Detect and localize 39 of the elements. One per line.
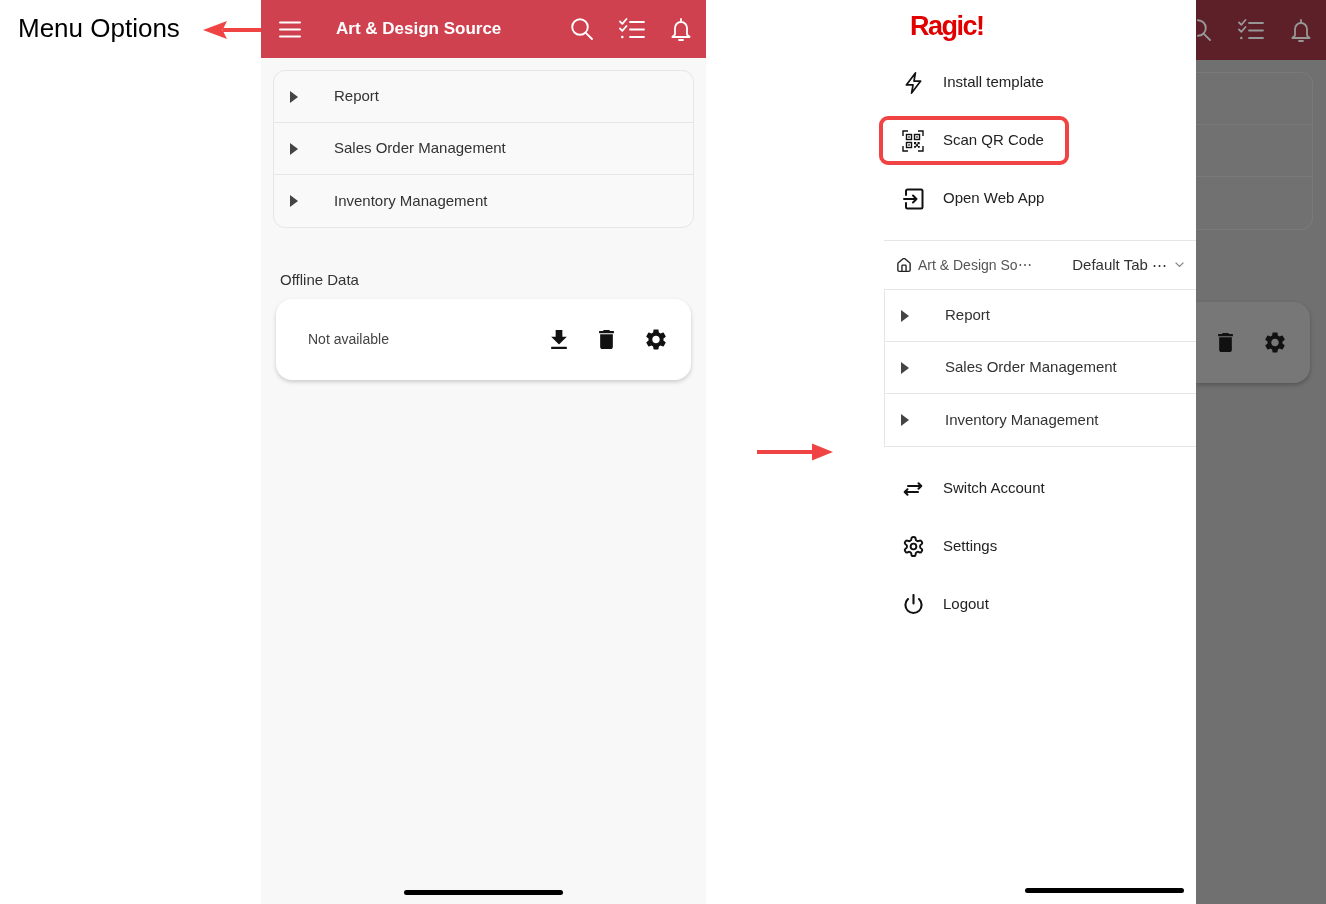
logo: Ragic! [910, 11, 984, 41]
chevron-down-icon [1175, 262, 1184, 268]
tab-dropdown[interactable]: Default Tab ⋯ [1072, 253, 1184, 277]
download-icon[interactable] [551, 330, 567, 349]
swap-arrows-icon [903, 481, 923, 496]
arrow-icon [757, 442, 833, 462]
menu-item[interactable]: Open Web App [879, 174, 1070, 223]
search-icon[interactable] [571, 18, 593, 40]
app-title: Art & Design Source [336, 18, 502, 41]
trash-icon[interactable] [599, 330, 614, 349]
menu-item[interactable]: Scan QR Code [879, 116, 1069, 165]
arrow-icon [203, 20, 261, 40]
tree-item[interactable]: Report [274, 71, 693, 123]
bell-icon [1291, 18, 1311, 42]
power-icon [903, 594, 923, 615]
tree-item[interactable]: Sales Order Management [274, 123, 693, 175]
tree-item[interactable]: Inventory Management [274, 175, 693, 227]
menu-icon[interactable] [279, 20, 301, 38]
enter-box-icon [902, 187, 924, 210]
section-title: Offline Data [280, 270, 359, 290]
home-icon [897, 258, 911, 272]
menu-item[interactable]: Switch Account [879, 464, 1070, 513]
menu-item[interactable]: Settings [879, 522, 1023, 571]
account-selector[interactable]: Art & Design So⋯ [897, 254, 1032, 276]
bell-icon[interactable] [671, 17, 691, 41]
lightning-icon [904, 71, 922, 94]
settings-icon[interactable] [646, 329, 666, 350]
tree-item[interactable]: Inventory Management [885, 394, 1196, 446]
checklist-icon [1238, 19, 1264, 41]
trash-icon [1218, 333, 1233, 352]
annotation-label: Menu Options [18, 12, 180, 44]
status-text: Not available [308, 330, 389, 349]
settings-icon [902, 536, 924, 557]
settings-icon [1265, 332, 1285, 353]
menu-item[interactable]: Logout [879, 580, 1014, 629]
search-icon [1196, 19, 1211, 41]
checklist-icon[interactable] [619, 18, 645, 40]
qr-code-icon [902, 129, 924, 152]
menu-item[interactable]: Install template [879, 58, 1069, 107]
